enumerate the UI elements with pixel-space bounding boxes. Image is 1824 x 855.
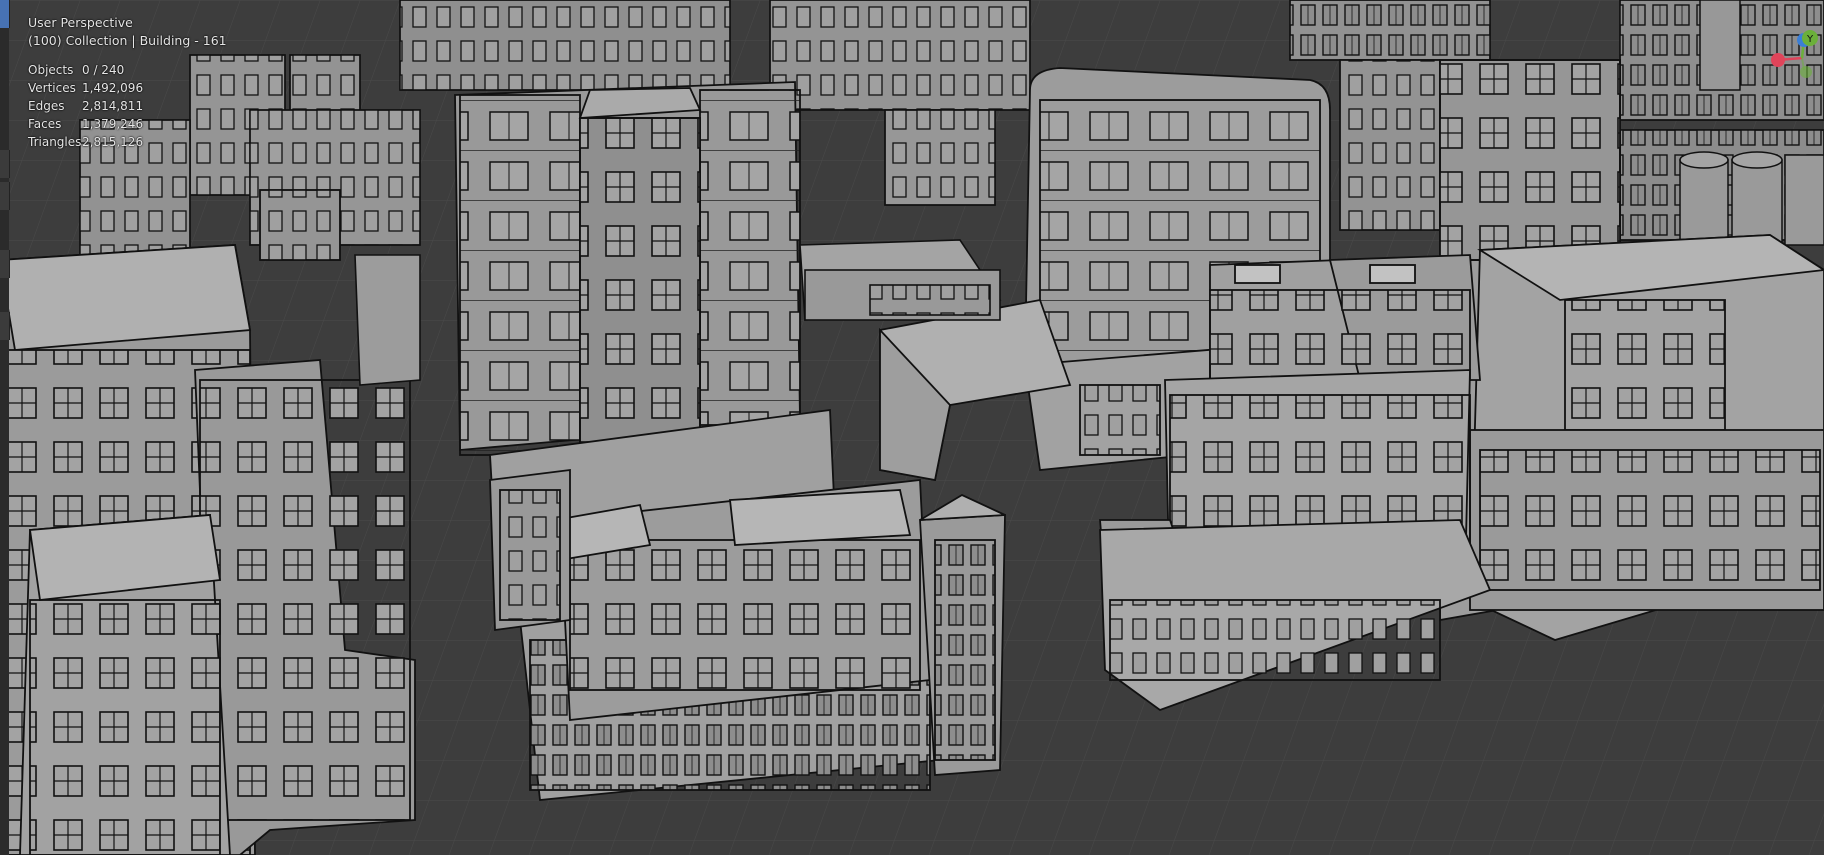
3d-viewport[interactable]: User Perspective (100) Collection | Buil… [0,0,1824,855]
stat-label: Edges [28,99,65,113]
stat-label: Faces [28,117,62,131]
stat-value: 0 / 240 [82,63,125,77]
y-axis-label: Y [1806,34,1814,45]
x-axis-handle[interactable] [1771,53,1785,67]
stat-row-faces: Faces 1,379,246 [28,115,143,133]
select-tool-button[interactable] [0,0,10,28]
collection-info: (100) Collection | Building - 161 [28,33,227,48]
neg-y-axis-handle[interactable] [1800,66,1812,78]
stat-row-objects: Objects 0 / 240 [28,61,143,79]
rotate-tool-button[interactable] [0,182,10,210]
move-tool-button[interactable] [0,150,10,178]
transform-tool-button[interactable] [0,312,10,340]
viewport-info: User Perspective (100) Collection | Buil… [28,14,227,50]
scene-statistics: Objects 0 / 240 Vertices 1,492,096 Edges… [28,61,143,151]
stat-label: Triangles [28,135,82,149]
front-center-complex [489,468,1006,801]
left-toolbar [0,0,10,855]
stat-label: Objects [28,63,74,77]
view-name: User Perspective [28,15,133,30]
city-scene [0,0,1824,855]
stat-value: 1,492,096 [82,81,144,95]
stat-value: 2,814,811 [82,99,144,113]
stat-label: Vertices [28,81,76,95]
navigation-gizmo[interactable]: Y [1764,20,1824,120]
stat-row-triangles: Triangles 2,815,126 [28,133,143,151]
stat-value: 1,379,246 [82,117,144,131]
stat-row-vertices: Vertices 1,492,096 [28,79,143,97]
stat-value: 2,815,126 [82,135,144,149]
stat-row-edges: Edges 2,814,811 [28,97,143,115]
scale-tool-button[interactable] [0,250,10,278]
central-tower [454,81,836,541]
